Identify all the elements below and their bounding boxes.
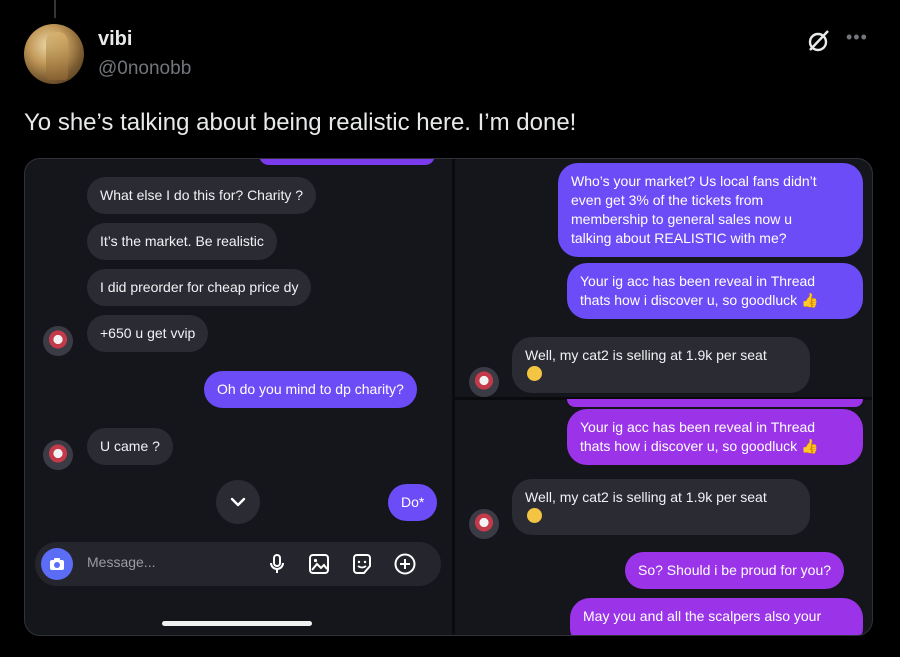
message-line: thats how i discover u, so goodluck 👍 <box>580 292 819 308</box>
avatar[interactable] <box>24 24 84 84</box>
message-bubble: +650 u get vvip <box>87 315 209 352</box>
message-bubble: Your ig acc has been reveal in Thread th… <box>567 263 863 319</box>
message-bubble: I did preorder for cheap price dy <box>87 269 312 306</box>
message-input[interactable]: Message... <box>87 554 155 570</box>
message-bubble: Well, my cat2 is selling at 1.9k per sea… <box>512 479 810 535</box>
message-bubble: What else I do this for? Charity ? <box>87 177 317 214</box>
message-bubble: It’s the market. Be realistic <box>87 223 277 260</box>
message-line: membership to general sales now u <box>571 211 793 227</box>
thumbs-up-emoji: 👍 <box>801 438 819 454</box>
microphone-icon[interactable] <box>265 552 289 576</box>
contact-avatar <box>43 440 73 470</box>
message-composer[interactable]: Message... <box>35 542 441 586</box>
message-bubble: Well, my cat2 is selling at 1.9k per sea… <box>512 337 810 393</box>
grok-icon[interactable] <box>806 28 832 54</box>
camera-icon <box>50 558 64 570</box>
message-line: talking about REALISTIC with me? <box>571 230 787 246</box>
message-bubble: May you and all the scalpers also your <box>570 598 863 635</box>
contact-avatar <box>43 326 73 356</box>
message-line: even get 3% of the tickets from <box>571 192 764 208</box>
camera-button[interactable] <box>41 548 73 580</box>
message-bubble: Who’s your market? Us local fans didn’t … <box>558 163 863 257</box>
partial-outgoing-bubble <box>259 159 435 165</box>
message-line: Well, my cat2 is selling at 1.9k per sea… <box>525 489 767 505</box>
message-line: thats how i discover u, so goodluck 👍 <box>580 438 819 454</box>
message-bubble: Your ig acc has been reveal in Thread th… <box>567 409 863 465</box>
display-name[interactable]: vibi <box>98 28 132 51</box>
message-bubble: U came ? <box>87 428 173 465</box>
relieved-emoji <box>527 508 542 523</box>
message-line: Well, my cat2 is selling at 1.9k per sea… <box>525 347 767 363</box>
chevron-down-icon <box>230 497 246 507</box>
plus-icon[interactable] <box>393 552 417 576</box>
partial-outgoing-bubble <box>567 399 863 407</box>
message-line: Your ig acc has been reveal in Thread <box>580 273 816 289</box>
message-bubble: So? Should i be proud for you? <box>625 552 845 589</box>
more-icon[interactable]: ••• <box>846 27 872 53</box>
relieved-emoji <box>527 366 542 381</box>
message-line: Who’s your market? Us local fans didn’t <box>571 173 817 189</box>
tweet-media-image[interactable]: What else I do this for? Charity ? It’s … <box>24 158 873 636</box>
home-indicator <box>162 621 312 626</box>
gallery-icon[interactable] <box>307 552 331 576</box>
scroll-down-button[interactable] <box>216 480 260 524</box>
contact-avatar <box>469 509 499 539</box>
contact-avatar <box>469 367 499 397</box>
message-bubble: Do* <box>388 484 438 521</box>
tweet-text: Yo she’s talking about being realistic h… <box>24 109 577 136</box>
sticker-icon[interactable] <box>350 552 374 576</box>
message-line: Your ig acc has been reveal in Thread <box>580 419 816 435</box>
thumbs-up-emoji: 👍 <box>801 292 819 308</box>
message-bubble: Oh do you mind to dp charity? <box>204 371 417 408</box>
message-line: May you and all the scalpers also your <box>583 608 822 624</box>
thread-connector-line <box>54 0 56 18</box>
user-handle[interactable]: @0nonobb <box>98 58 191 80</box>
